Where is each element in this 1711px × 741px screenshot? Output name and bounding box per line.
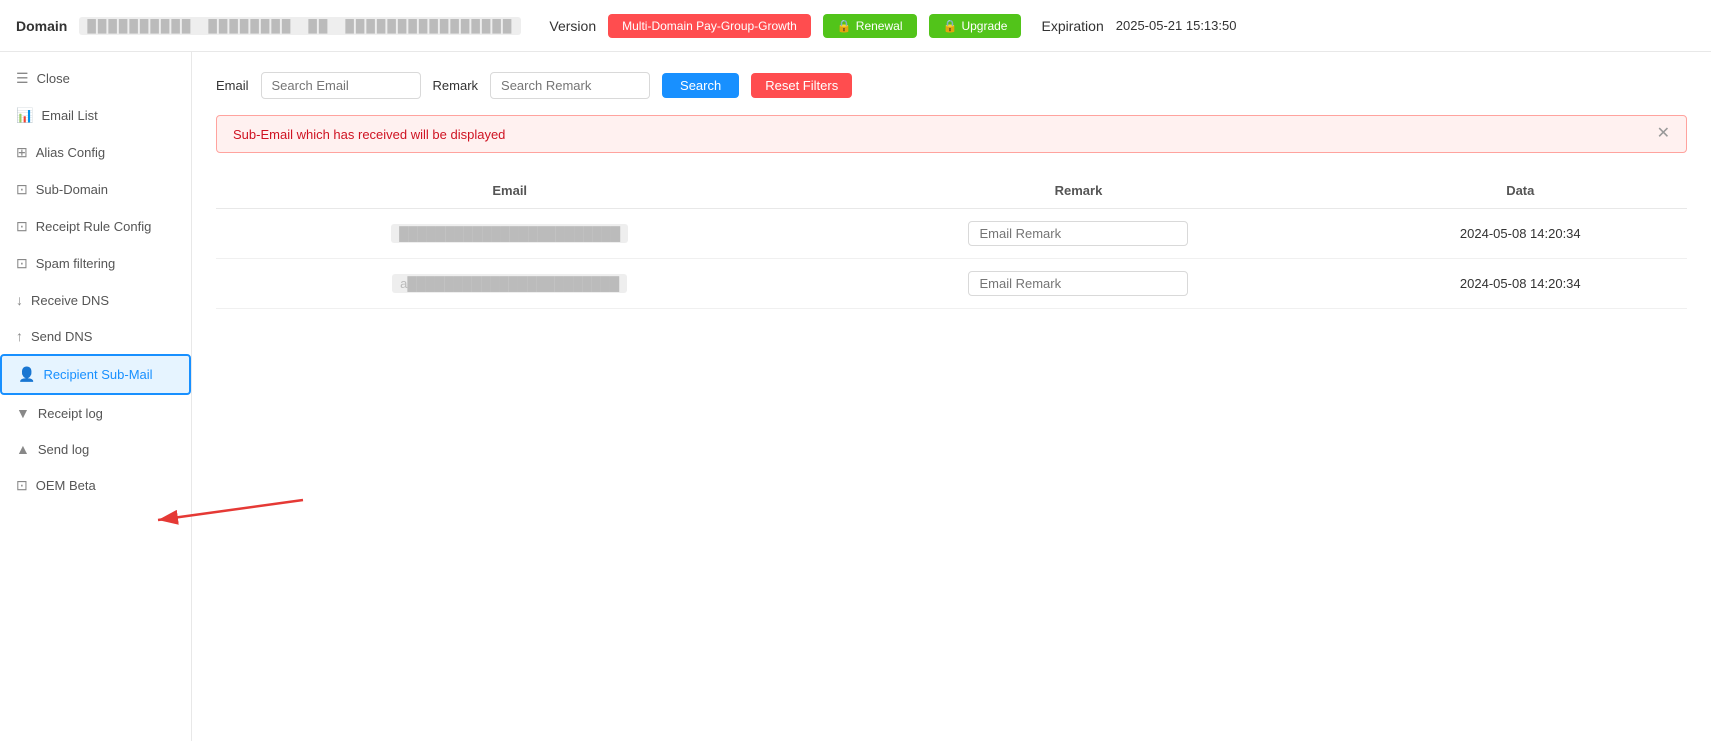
row-1-email: a███████████████████████ (216, 259, 803, 309)
col-header-data: Data (1354, 173, 1687, 209)
row-1-remark (803, 259, 1353, 309)
sidebar-item-sub-domain[interactable]: ⊡ Sub-Domain (0, 171, 191, 208)
sidebar: ☰ Close 📊 Email List ⊞ Alias Config ⊡ Sub-Domai… (0, 52, 192, 741)
renewal-button[interactable]: 🔒 Renewal (823, 14, 917, 38)
content-area: Email Remark Search Reset Filters Sub-Em… (192, 52, 1711, 741)
receipt-log-icon: ▼ (16, 405, 30, 421)
row-0-date: 2024-05-08 14:20:34 (1354, 209, 1687, 259)
remark-filter-label: Remark (433, 78, 479, 93)
receipt-rule-config-label: Receipt Rule Config (36, 219, 152, 234)
sub-domain-icon: ⊡ (16, 181, 28, 198)
version-label: Version (549, 18, 596, 34)
email-search-input[interactable] (261, 72, 421, 99)
sidebar-item-oem[interactable]: ⊡ OEM Beta (0, 467, 191, 504)
col-header-email: Email (216, 173, 803, 209)
row-1-date: 2024-05-08 14:20:34 (1354, 259, 1687, 309)
spam-filtering-label: Spam filtering (36, 256, 115, 271)
sidebar-item-receipt-rule-config[interactable]: ⊡ Receipt Rule Config (0, 208, 191, 245)
send-log-label: Send log (38, 442, 89, 457)
sub-domain-label: Sub-Domain (36, 182, 108, 197)
domain-value: ██████████ ████████ ██ ████████████████ (79, 17, 521, 35)
table-row: a███████████████████████ 2024-05-08 14:20… (216, 259, 1687, 309)
sidebar-item-spam-filtering[interactable]: ⊡ Spam filtering (0, 245, 191, 282)
row-0-remark-input[interactable] (968, 221, 1188, 246)
sidebar-item-alias-config[interactable]: ⊞ Alias Config (0, 134, 191, 171)
lock-icon-2: 🔒 (943, 19, 958, 33)
alert-close-button[interactable]: ✕ (1657, 126, 1670, 142)
email-filter-label: Email (216, 78, 249, 93)
alert-message: Sub-Email which has received will be dis… (233, 127, 505, 142)
row-0-email-value: ████████████████████████ (391, 224, 628, 243)
alert-banner: Sub-Email which has received will be dis… (216, 115, 1687, 153)
sidebar-item-send-log[interactable]: ▲ Send log (0, 431, 191, 467)
col-header-remark: Remark (803, 173, 1353, 209)
sidebar-item-receipt-log[interactable]: ▼ Receipt log (0, 395, 191, 431)
close-icon: ☰ (16, 70, 29, 87)
expiration-value: 2025-05-21 15:13:50 (1116, 18, 1237, 33)
sidebar-item-recipient-sub-mail[interactable]: 👤 Recipient Sub-Mail (0, 354, 191, 395)
oem-icon: ⊡ (16, 477, 28, 494)
alias-config-label: Alias Config (36, 145, 105, 160)
table-header: EmailRemarkData (216, 173, 1687, 209)
receipt-log-label: Receipt log (38, 406, 103, 421)
oem-label: OEM Beta (36, 478, 96, 493)
receive-dns-label: Receive DNS (31, 293, 109, 308)
alias-config-icon: ⊞ (16, 144, 28, 161)
row-0-email: ████████████████████████ (216, 209, 803, 259)
close-label: Close (37, 71, 70, 86)
upgrade-button[interactable]: 🔒 Upgrade (929, 14, 1022, 38)
recipient-sub-mail-label: Recipient Sub-Mail (43, 367, 152, 382)
domain-label: Domain (16, 18, 67, 34)
filter-bar: Email Remark Search Reset Filters (216, 72, 1687, 99)
row-0-remark (803, 209, 1353, 259)
receipt-rule-config-icon: ⊡ (16, 218, 28, 235)
sidebar-item-send-dns[interactable]: ↑ Send DNS (0, 318, 191, 354)
row-1-remark-input[interactable] (968, 271, 1188, 296)
remark-search-input[interactable] (490, 72, 650, 99)
email-list-label: Email List (41, 108, 97, 123)
table-body: ████████████████████████ 2024-05-08 14:20… (216, 209, 1687, 309)
top-bar: Domain ██████████ ████████ ██ ██████████… (0, 0, 1711, 52)
search-button[interactable]: Search (662, 73, 739, 98)
send-dns-label: Send DNS (31, 329, 92, 344)
receive-dns-icon: ↓ (16, 292, 23, 308)
data-table: EmailRemarkData ████████████████████████… (216, 173, 1687, 309)
sidebar-item-receive-dns[interactable]: ↓ Receive DNS (0, 282, 191, 318)
sidebar-item-close[interactable]: ☰ Close (0, 60, 191, 97)
table-row: ████████████████████████ 2024-05-08 14:20… (216, 209, 1687, 259)
version-button[interactable]: Multi-Domain Pay-Group-Growth (608, 14, 811, 38)
row-1-email-value: a███████████████████████ (392, 274, 627, 293)
lock-icon: 🔒 (837, 19, 852, 33)
send-dns-icon: ↑ (16, 328, 23, 344)
email-list-icon: 📊 (16, 107, 33, 124)
send-log-icon: ▲ (16, 441, 30, 457)
recipient-sub-mail-icon: 👤 (18, 366, 35, 383)
sidebar-item-email-list[interactable]: 📊 Email List (0, 97, 191, 134)
spam-filtering-icon: ⊡ (16, 255, 28, 272)
reset-filters-button[interactable]: Reset Filters (751, 73, 852, 98)
expiration-label: Expiration (1041, 18, 1103, 34)
